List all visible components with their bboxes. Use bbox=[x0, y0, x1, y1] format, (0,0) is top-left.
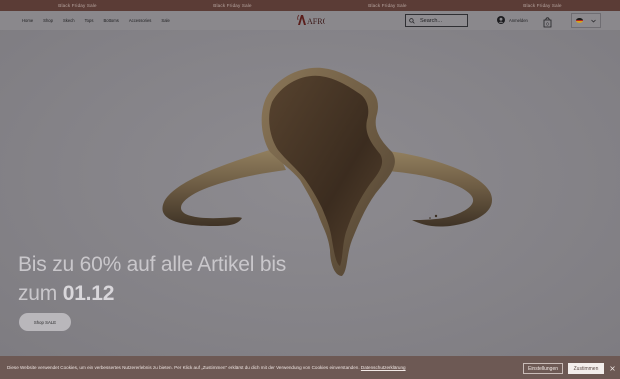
avatar-icon bbox=[497, 16, 505, 24]
hero-headline: Bis zu 60% auf alle Artikel bis zum 01.1… bbox=[18, 250, 318, 308]
nav-bottoms[interactable]: Bottoms bbox=[103, 18, 118, 23]
headline-text: Bis zu 60% auf alle Artikel bis zum bbox=[18, 253, 287, 305]
main-nav: Home Shop Skech Tops Bottoms Accessories… bbox=[22, 11, 180, 30]
cookie-banner: Diese Website verwendet Cookies, um ein … bbox=[0, 356, 620, 379]
promo-bar: Black Friday Sale Black Friday Sale Blac… bbox=[0, 0, 620, 11]
cookie-accept-label: Zustimmen bbox=[573, 365, 599, 372]
shopping-bag-icon: 0 bbox=[543, 17, 552, 28]
privacy-policy-link[interactable]: Datenschutzerklärung bbox=[361, 365, 406, 370]
nav-sale[interactable]: Sale bbox=[161, 18, 169, 23]
nav-skech[interactable]: Skech bbox=[63, 18, 75, 23]
cookie-text: Diese Website verwendet Cookies, um ein … bbox=[7, 365, 360, 370]
search-input[interactable]: Search... bbox=[420, 18, 442, 24]
headline-date: 01.12 bbox=[62, 282, 115, 305]
promo-item: Black Friday Sale bbox=[523, 3, 562, 8]
nav-accessories[interactable]: Accessories bbox=[129, 18, 152, 23]
cookie-settings-button[interactable]: Einstellungen bbox=[523, 363, 563, 374]
nav-tops[interactable]: Tops bbox=[85, 18, 94, 23]
shop-sale-label: Shop SALE bbox=[33, 319, 57, 325]
promo-item: Black Friday Sale bbox=[213, 3, 252, 8]
site-logo[interactable]: AFRO bbox=[295, 13, 329, 28]
hero-banner: Bis zu 60% auf alle Artikel bis zum 01.1… bbox=[0, 30, 620, 356]
cookie-settings-label: Einstellungen bbox=[527, 365, 559, 372]
nav-home[interactable]: Home bbox=[22, 18, 33, 23]
search-icon bbox=[409, 17, 415, 24]
cart-count: 0 bbox=[546, 22, 549, 27]
promo-item: Black Friday Sale bbox=[58, 3, 97, 8]
shop-sale-button[interactable]: Shop SALE bbox=[19, 313, 71, 331]
nav-shop[interactable]: Shop bbox=[43, 18, 53, 23]
language-selector[interactable] bbox=[571, 13, 601, 28]
cookie-close-button[interactable] bbox=[608, 363, 616, 373]
search-box[interactable]: Search... bbox=[405, 14, 468, 27]
logo-text: AFRO bbox=[307, 17, 325, 26]
login-label: Anmelden bbox=[509, 17, 528, 23]
germany-flag-icon bbox=[576, 18, 583, 23]
cookie-accept-button[interactable]: Zustimmen bbox=[568, 363, 604, 374]
chevron-down-icon bbox=[591, 19, 596, 22]
promo-item: Black Friday Sale bbox=[368, 3, 407, 8]
cookie-message: Diese Website verwendet Cookies, um ein … bbox=[7, 365, 406, 370]
login-button[interactable]: Anmelden bbox=[497, 16, 528, 24]
close-icon bbox=[609, 365, 615, 371]
